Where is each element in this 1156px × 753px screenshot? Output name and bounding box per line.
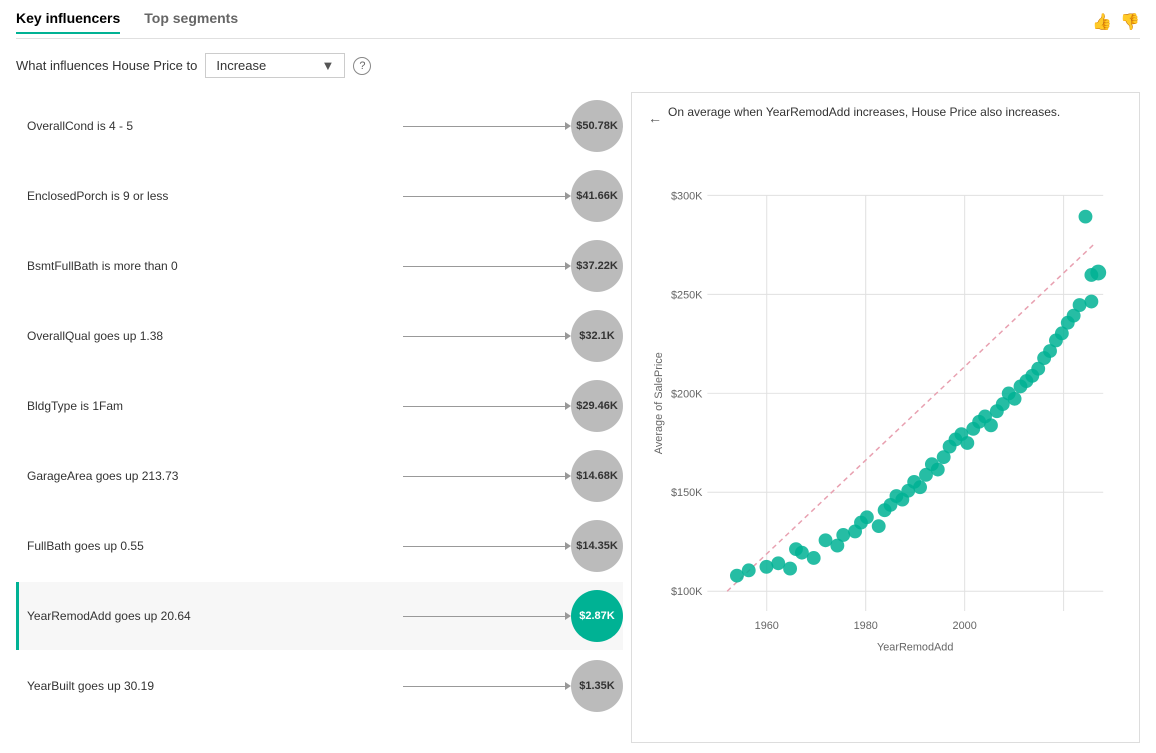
- bubble-2: $37.22K: [571, 240, 623, 292]
- influencer-label-4: BldgType is 1Fam: [27, 399, 403, 413]
- thumbs-down-button[interactable]: 👎: [1120, 12, 1140, 32]
- dropdown-arrow-icon: ▼: [322, 58, 335, 73]
- influencer-item-3[interactable]: OverallQual goes up 1.38 $32.1K: [16, 302, 623, 370]
- influencers-panel: OverallCond is 4 - 5 $50.78K EnclosedPorch…: [16, 92, 631, 743]
- x-tick-2000: 2000: [953, 620, 977, 632]
- bubble-4: $29.46K: [571, 380, 623, 432]
- bubble-8: $1.35K: [571, 660, 623, 712]
- y-tick-200k: $200K: [671, 388, 703, 400]
- bar-line-0: [403, 126, 567, 127]
- tabs-left: Key influencers Top segments: [16, 10, 238, 34]
- bubble-0: $50.78K: [571, 100, 623, 152]
- influencer-label-1: EnclosedPorch is 9 or less: [27, 189, 403, 203]
- influencer-label-5: GarageArea goes up 213.73: [27, 469, 403, 483]
- scatter-dot-14: [872, 519, 886, 533]
- bar-line-5: [403, 476, 567, 477]
- influencer-label-7: YearRemodAdd goes up 20.64: [27, 609, 403, 623]
- tab-key-influencers[interactable]: Key influencers: [16, 10, 120, 34]
- influencer-label-2: BsmtFullBath is more than 0: [27, 259, 403, 273]
- influencer-bar-1: $41.66K: [403, 170, 623, 222]
- scatter-dots-group: [730, 210, 1098, 583]
- bubble-5: $14.68K: [571, 450, 623, 502]
- bar-line-4: [403, 406, 567, 407]
- influencer-label-8: YearBuilt goes up 30.19: [27, 679, 403, 693]
- filter-dropdown[interactable]: Increase ▼: [205, 53, 345, 78]
- bubble-3: $32.1K: [571, 310, 623, 362]
- chart-back-button[interactable]: ← On average when YearRemodAdd increases…: [648, 105, 1123, 131]
- influencer-label-6: FullBath goes up 0.55: [27, 539, 403, 553]
- influencer-bar-6: $14.35K: [403, 520, 623, 572]
- scatter-dot-1: [742, 563, 756, 577]
- tab-top-segments[interactable]: Top segments: [144, 10, 238, 34]
- scatter-dot-4: [783, 562, 797, 576]
- bubble-7: $2.87K: [571, 590, 623, 642]
- back-arrow-icon: ←: [648, 110, 662, 126]
- bar-line-6: [403, 546, 567, 547]
- influencer-item-0[interactable]: OverallCond is 4 - 5 $50.78K: [16, 92, 623, 160]
- thumbs-up-button[interactable]: 👍: [1092, 12, 1112, 32]
- help-icon[interactable]: ?: [353, 57, 371, 75]
- filter-row: What influences House Price to Increase …: [16, 53, 1140, 78]
- influencer-bar-3: $32.1K: [403, 310, 623, 362]
- scatter-dot-8: [819, 533, 833, 547]
- scatter-dot-7: [807, 551, 821, 565]
- influencer-bar-4: $29.46K: [403, 380, 623, 432]
- bar-line-1: [403, 196, 567, 197]
- bubble-1: $41.66K: [571, 170, 623, 222]
- tabs-bar: Key influencers Top segments 👍 👎: [16, 10, 1140, 39]
- tabs-right: 👍 👎: [1092, 12, 1140, 32]
- influencer-bar-5: $14.68K: [403, 450, 623, 502]
- bubble-6: $14.35K: [571, 520, 623, 572]
- x-tick-1980: 1980: [854, 620, 878, 632]
- scatter-dot-48: [1073, 298, 1087, 312]
- scatter-dot-49: [1079, 210, 1093, 224]
- influencer-item-8[interactable]: YearBuilt goes up 30.19 $1.35K: [16, 652, 623, 720]
- scatter-plot: $300K $250K $200K $150K $100K 1960 1980 …: [648, 143, 1123, 703]
- scatter-dot-37: [1008, 392, 1022, 406]
- influencer-label-3: OverallQual goes up 1.38: [27, 329, 403, 343]
- scatter-dot-0: [730, 569, 744, 583]
- scatter-dot-24: [931, 463, 945, 477]
- chart-description: On average when YearRemodAdd increases, …: [668, 105, 1060, 119]
- x-tick-1960: 1960: [755, 620, 779, 632]
- x-axis-label: YearRemodAdd: [877, 642, 953, 654]
- scatter-svg: $300K $250K $200K $150K $100K 1960 1980 …: [648, 143, 1123, 703]
- influencer-bar-0: $50.78K: [403, 100, 623, 152]
- bar-line-2: [403, 266, 567, 267]
- filter-value: Increase: [216, 58, 266, 73]
- influencer-bar-8: $1.35K: [403, 660, 623, 712]
- bar-line-3: [403, 336, 567, 337]
- scatter-dot-10: [836, 528, 850, 542]
- main-content: OverallCond is 4 - 5 $50.78K EnclosedPorch…: [16, 92, 1140, 743]
- scatter-dot-6: [795, 546, 809, 560]
- y-axis-label: Average of SalePrice: [653, 352, 665, 454]
- scatter-dot-29: [960, 436, 974, 450]
- bar-line-7: [403, 616, 567, 617]
- influencer-bar-7: $2.87K: [403, 590, 623, 642]
- influencer-item-1[interactable]: EnclosedPorch is 9 or less $41.66K: [16, 162, 623, 230]
- scatter-dot-2: [760, 560, 774, 574]
- influencer-label-0: OverallCond is 4 - 5: [27, 119, 403, 133]
- influencer-item-5[interactable]: GarageArea goes up 213.73 $14.68K: [16, 442, 623, 510]
- influencer-item-2[interactable]: BsmtFullBath is more than 0 $37.22K: [16, 232, 623, 300]
- scatter-dot-33: [984, 418, 998, 432]
- y-tick-300k: $300K: [671, 190, 703, 202]
- scatter-dot-21: [913, 480, 927, 494]
- scatter-dot-51: [1084, 295, 1098, 309]
- scatter-dot-13: [860, 510, 874, 524]
- chart-panel: ← On average when YearRemodAdd increases…: [631, 92, 1140, 743]
- filter-label: What influences House Price to: [16, 58, 197, 73]
- bar-line-8: [403, 686, 567, 687]
- y-tick-250k: $250K: [671, 289, 703, 301]
- influencer-item-6[interactable]: FullBath goes up 0.55 $14.35K: [16, 512, 623, 580]
- influencer-item-4[interactable]: BldgType is 1Fam $29.46K: [16, 372, 623, 440]
- influencer-bar-2: $37.22K: [403, 240, 623, 292]
- influencer-item-7[interactable]: YearRemodAdd goes up 20.64 $2.87K: [16, 582, 623, 650]
- scatter-dot-3: [771, 556, 785, 570]
- y-tick-150k: $150K: [671, 487, 703, 499]
- y-tick-100k: $100K: [671, 586, 703, 598]
